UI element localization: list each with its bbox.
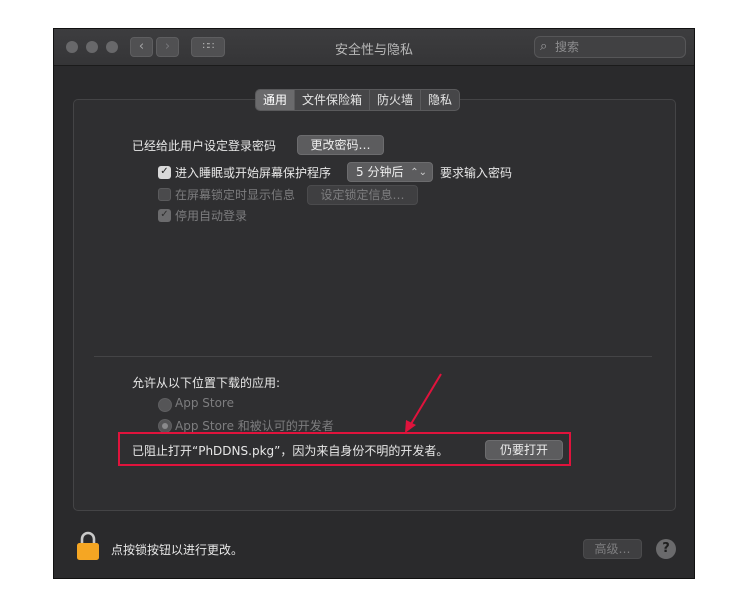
annotation-arrow bbox=[405, 373, 442, 433]
annotation-highlight-box bbox=[118, 432, 571, 466]
